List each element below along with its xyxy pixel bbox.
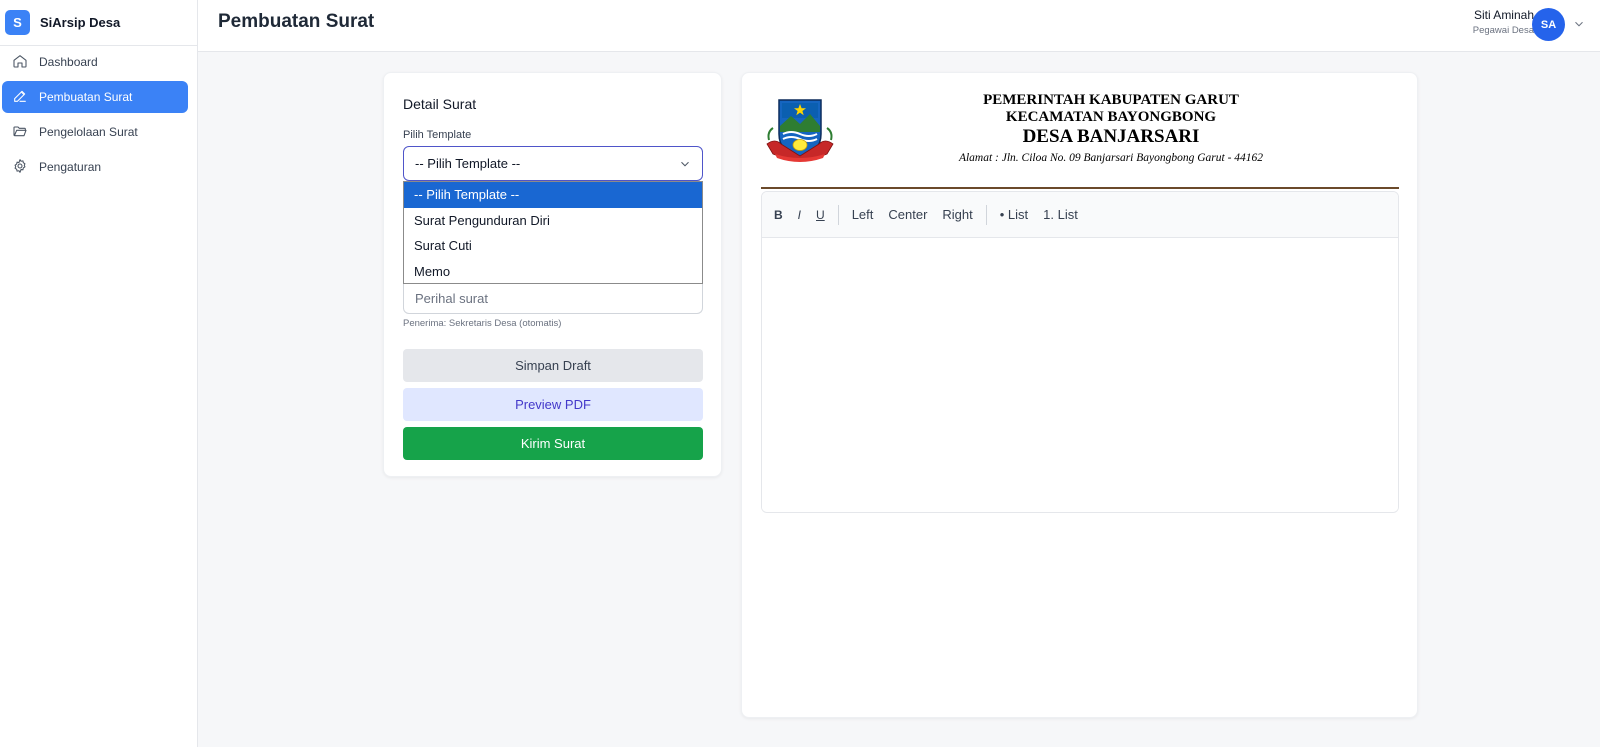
template-dropdown: -- Pilih Template -- Surat Pengunduran D… [403, 181, 703, 284]
bullet-list-button[interactable]: • List [1000, 207, 1028, 222]
user-info[interactable]: Siti Aminah Pegawai Desa [1473, 8, 1534, 36]
letterhead: PEMERINTAH KABUPATEN GARUT KECAMATAN BAY… [761, 89, 1399, 189]
app-logo: S [5, 10, 30, 35]
card-title: Detail Surat [403, 96, 477, 112]
recipient-note: Penerima: Sekretaris Desa (otomatis) [403, 318, 562, 329]
chevron-down-icon[interactable] [1572, 17, 1586, 31]
gear-icon [12, 158, 28, 177]
chevron-down-icon [678, 157, 692, 171]
detail-surat-card: Detail Surat Pilih Template -- Pilih Tem… [383, 72, 722, 477]
letterhead-line2: KECAMATAN BAYONGBONG [1005, 109, 1217, 125]
letterhead-address: Alamat : Jln. Ciloa No. 09 Banjarsari Ba… [958, 152, 1264, 164]
sidebar-item-label: Pengelolaan Surat [39, 125, 138, 139]
sidebar-item-label: Pengaturan [39, 160, 102, 174]
send-letter-button[interactable]: Kirim Surat [403, 427, 703, 460]
letterhead-text: PEMERINTAH KABUPATEN GARUT KECAMATAN BAY… [861, 92, 1361, 168]
align-center-button[interactable]: Center [888, 207, 927, 222]
template-option[interactable]: -- Pilih Template -- [404, 182, 702, 208]
italic-button[interactable]: I [798, 208, 801, 222]
editor-toolbar: B I U Left Center Right • List 1. List [762, 192, 1398, 238]
letterhead-line1: PEMERINTAH KABUPATEN GARUT [983, 92, 1239, 108]
template-option[interactable]: Surat Cuti [404, 233, 702, 259]
sidebar-item-dashboard[interactable]: Dashboard [2, 46, 188, 78]
sidebar-item-label: Dashboard [39, 55, 98, 69]
template-select[interactable]: -- Pilih Template -- [403, 146, 703, 181]
toolbar-divider [837, 204, 839, 225]
top-header: Pembuatan Surat Siti Aminah Pegawai Desa… [198, 0, 1600, 52]
template-option[interactable]: Surat Pengunduran Diri [404, 208, 702, 234]
underline-button[interactable]: U [816, 208, 825, 222]
pencil-icon [12, 88, 28, 107]
user-role: Pegawai Desa [1472, 25, 1534, 36]
preview-pdf-button[interactable]: Preview PDF [403, 388, 703, 421]
sidebar-item-label: Pembuatan Surat [39, 90, 133, 104]
editor-content-area[interactable] [762, 238, 1398, 512]
avatar[interactable]: SA [1532, 8, 1565, 41]
brand[interactable]: S SiArsip Desa [0, 0, 197, 46]
numbered-list-button[interactable]: 1. List [1043, 207, 1078, 222]
sidebar-item-pengelolaan-surat[interactable]: Pengelolaan Surat [2, 116, 188, 148]
template-label: Pilih Template [403, 129, 472, 141]
home-icon [12, 53, 28, 72]
align-right-button[interactable]: Right [942, 207, 972, 222]
align-left-button[interactable]: Left [852, 207, 874, 222]
letter-editor-card: PEMERINTAH KABUPATEN GARUT KECAMATAN BAY… [741, 72, 1418, 718]
template-select-value: -- Pilih Template -- [415, 156, 521, 171]
bold-button[interactable]: B [774, 208, 783, 222]
garut-emblem-icon [765, 94, 835, 166]
app-name: SiArsip Desa [40, 15, 121, 30]
save-draft-button[interactable]: Simpan Draft [403, 349, 703, 382]
sidebar: S SiArsip Desa Dashboard Pembuatan Surat… [0, 0, 198, 747]
folder-open-icon [12, 123, 28, 142]
sidebar-item-pengaturan[interactable]: Pengaturan [2, 151, 188, 183]
user-name: Siti Aminah [1473, 8, 1534, 22]
template-option[interactable]: Memo [404, 259, 702, 285]
sidebar-item-pembuatan-surat[interactable]: Pembuatan Surat [2, 81, 188, 113]
toolbar-divider [985, 204, 987, 225]
page-title: Pembuatan Surat [218, 11, 375, 32]
rich-text-editor: B I U Left Center Right • List 1. List [761, 191, 1399, 513]
letterhead-line3: DESA BANJARSARI [1022, 126, 1200, 147]
perihal-input[interactable] [403, 284, 703, 314]
